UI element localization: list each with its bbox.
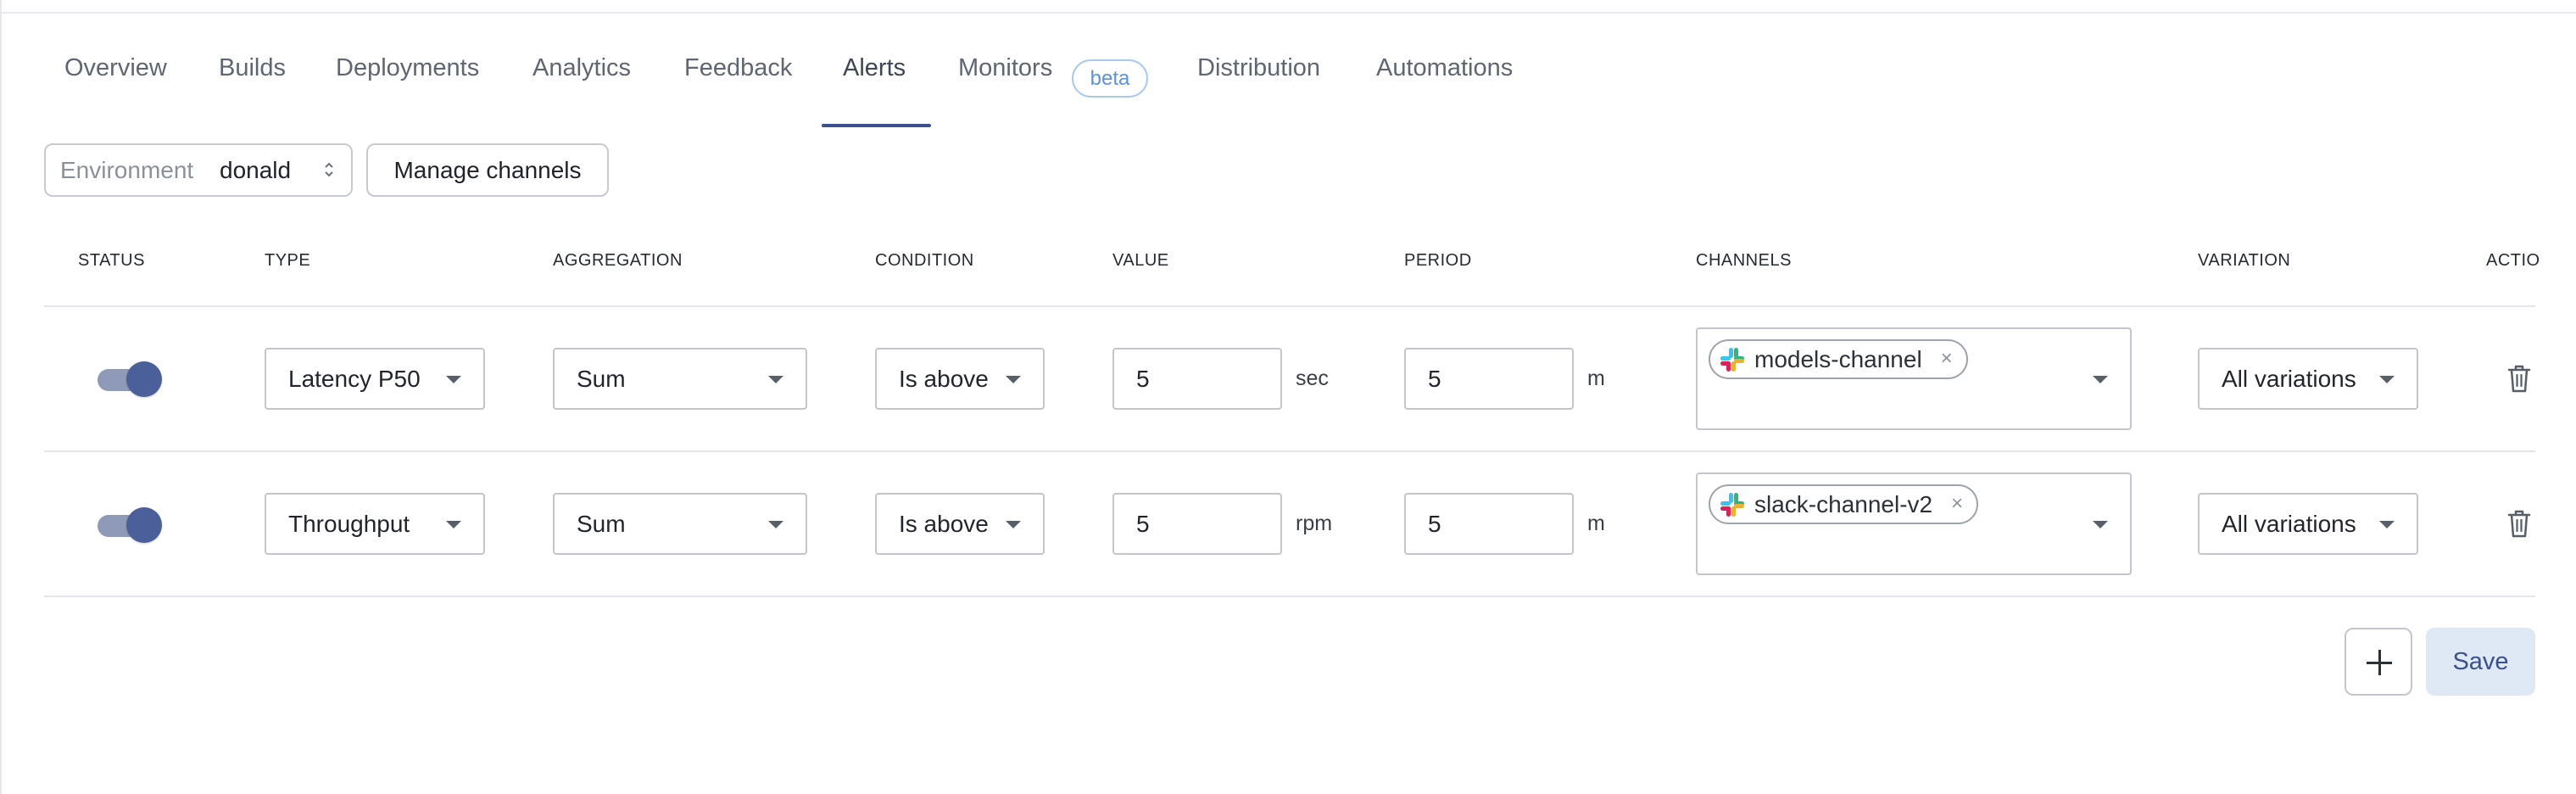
manage-channels-button[interactable]: Manage channels [366, 143, 609, 197]
variation-select-value: All variations [2222, 366, 2356, 392]
tab-automations[interactable]: Automations [1376, 14, 1513, 115]
variation-select[interactable]: All variations [2198, 348, 2418, 410]
environment-label: Environment [60, 157, 194, 183]
caret-down-icon [2093, 376, 2108, 383]
column-header-condition: CONDITION [875, 251, 974, 270]
channel-chip: models-channel × [1709, 339, 1968, 379]
type-select[interactable]: Throughput [265, 493, 485, 555]
value-unit: sec [1296, 366, 1329, 390]
channels-select[interactable]: slack-channel-v2 × [1696, 472, 2132, 575]
caret-down-icon [2093, 521, 2108, 528]
column-header-aggregation: AGGREGATION [553, 251, 683, 270]
table-bottom-divider [44, 596, 2535, 597]
variation-select-value: All variations [2222, 511, 2356, 537]
environment-select[interactable]: Environment donald [44, 143, 353, 197]
condition-select-value: Is above [899, 366, 989, 392]
trash-icon[interactable] [2506, 508, 2532, 539]
tab-distribution[interactable]: Distribution [1197, 14, 1320, 115]
aggregation-select[interactable]: Sum [553, 493, 807, 555]
variation-select[interactable]: All variations [2198, 493, 2418, 555]
tab-bar: Overview Builds Deployments Analytics Fe… [0, 14, 2576, 127]
remove-chip-icon[interactable]: × [1951, 486, 1963, 521]
header-divider [44, 305, 2535, 307]
aggregation-select-value: Sum [577, 366, 626, 392]
column-header-type: TYPE [265, 251, 311, 270]
column-header-period: PERIOD [1404, 251, 1472, 270]
save-button[interactable]: Save [2426, 628, 2535, 696]
caret-down-icon [768, 376, 783, 383]
channel-chip: slack-channel-v2 × [1709, 484, 1979, 524]
period-input[interactable]: 5 [1404, 348, 1574, 410]
slack-icon [1720, 493, 1744, 517]
slack-icon [1720, 348, 1744, 372]
environment-value: donald [220, 157, 292, 183]
caret-down-icon [446, 521, 461, 528]
tab-analytics[interactable]: Analytics [532, 14, 631, 115]
status-toggle[interactable] [98, 360, 164, 397]
aggregation-select[interactable]: Sum [553, 348, 807, 410]
caret-down-icon [2379, 521, 2395, 528]
condition-select-value: Is above [899, 511, 989, 537]
channel-chip-label: models-channel [1754, 346, 1922, 372]
caret-down-icon [1006, 521, 1021, 528]
toggle-knob [126, 507, 162, 543]
value-input[interactable]: 5 [1112, 493, 1282, 555]
tab-feedback[interactable]: Feedback [684, 14, 792, 115]
value-unit: rpm [1296, 512, 1333, 535]
type-select-value: Latency P50 [288, 366, 421, 392]
caret-down-icon [1006, 376, 1021, 383]
caret-down-icon [2379, 376, 2395, 383]
add-alert-button[interactable] [2345, 628, 2412, 696]
remove-chip-icon[interactable]: × [1941, 341, 1953, 376]
column-header-variation: VARIATION [2198, 251, 2291, 270]
channel-chip-label: slack-channel-v2 [1754, 491, 1933, 517]
column-header-status: STATUS [78, 251, 145, 270]
up-down-chevron-icon [325, 162, 333, 177]
tab-overview[interactable]: Overview [64, 14, 167, 115]
status-toggle[interactable] [98, 506, 164, 543]
value-input[interactable]: 5 [1112, 348, 1282, 410]
condition-select[interactable]: Is above [875, 493, 1045, 555]
type-select-value: Throughput [288, 511, 410, 537]
column-header-channels: CHANNELS [1696, 251, 1792, 270]
period-input[interactable]: 5 [1404, 493, 1574, 555]
toggle-knob [126, 361, 162, 397]
caret-down-icon [446, 376, 461, 383]
period-unit: m [1587, 512, 1605, 535]
tab-deployments[interactable]: Deployments [336, 14, 479, 115]
page-left-border [0, 0, 2, 794]
tab-builds[interactable]: Builds [219, 14, 286, 115]
caret-down-icon [768, 521, 783, 528]
column-header-value: VALUE [1112, 251, 1169, 270]
tab-alerts[interactable]: Alerts [843, 14, 906, 115]
type-select[interactable]: Latency P50 [265, 348, 485, 410]
active-tab-indicator [822, 124, 931, 127]
beta-badge: beta [1072, 59, 1148, 98]
condition-select[interactable]: Is above [875, 348, 1045, 410]
channels-select[interactable]: models-channel × [1696, 327, 2132, 430]
row-divider [44, 450, 2535, 452]
column-header-actions: ACTIONS [2486, 251, 2539, 270]
tab-monitors[interactable]: Monitors [958, 14, 1052, 115]
trash-icon[interactable] [2506, 363, 2532, 394]
period-unit: m [1587, 366, 1605, 390]
aggregation-select-value: Sum [577, 511, 626, 537]
